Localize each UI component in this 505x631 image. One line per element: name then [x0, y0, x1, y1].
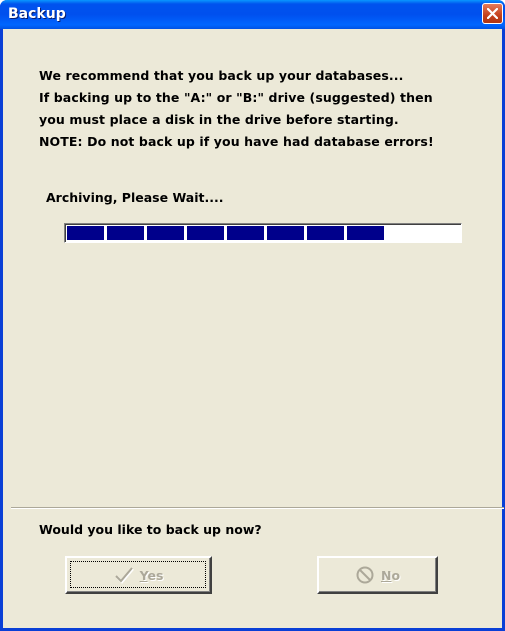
progress-segment	[147, 226, 184, 240]
progress-track	[67, 226, 459, 240]
progress-segment	[347, 226, 384, 240]
title-bar[interactable]: Backup	[0, 0, 505, 29]
window-title: Backup	[8, 6, 66, 22]
message-line: NOTE: Do not back up if you have had dat…	[39, 134, 434, 149]
message-line: We recommend that you back up your datab…	[39, 68, 404, 83]
progress-segment	[67, 226, 104, 240]
no-button[interactable]: No	[317, 556, 438, 594]
prohibited-icon	[356, 566, 374, 584]
progress-segment	[227, 226, 264, 240]
backup-message: We recommend that you back up your datab…	[39, 65, 479, 153]
message-line: If backing up to the "A:" or "B:" drive …	[39, 90, 433, 105]
progress-segment	[107, 226, 144, 240]
close-button[interactable]	[482, 3, 503, 24]
backup-question: Would you like to back up now?	[39, 522, 262, 537]
progress-segment	[267, 226, 304, 240]
dialog-body: We recommend that you back up your datab…	[3, 29, 504, 628]
section-divider	[11, 507, 504, 509]
progress-segment	[307, 226, 344, 240]
archive-status-text: Archiving, Please Wait....	[46, 190, 224, 205]
progress-segment	[187, 226, 224, 240]
yes-button[interactable]: Yes	[65, 556, 212, 594]
close-icon	[487, 8, 498, 19]
message-line: you must place a disk in the drive befor…	[39, 112, 399, 127]
checkmark-icon	[114, 567, 134, 584]
no-label: No	[380, 567, 401, 583]
backup-dialog: Backup We recommend that you back up you…	[0, 0, 505, 631]
yes-label: Yes	[139, 567, 164, 583]
archive-progress-bar	[64, 223, 462, 243]
